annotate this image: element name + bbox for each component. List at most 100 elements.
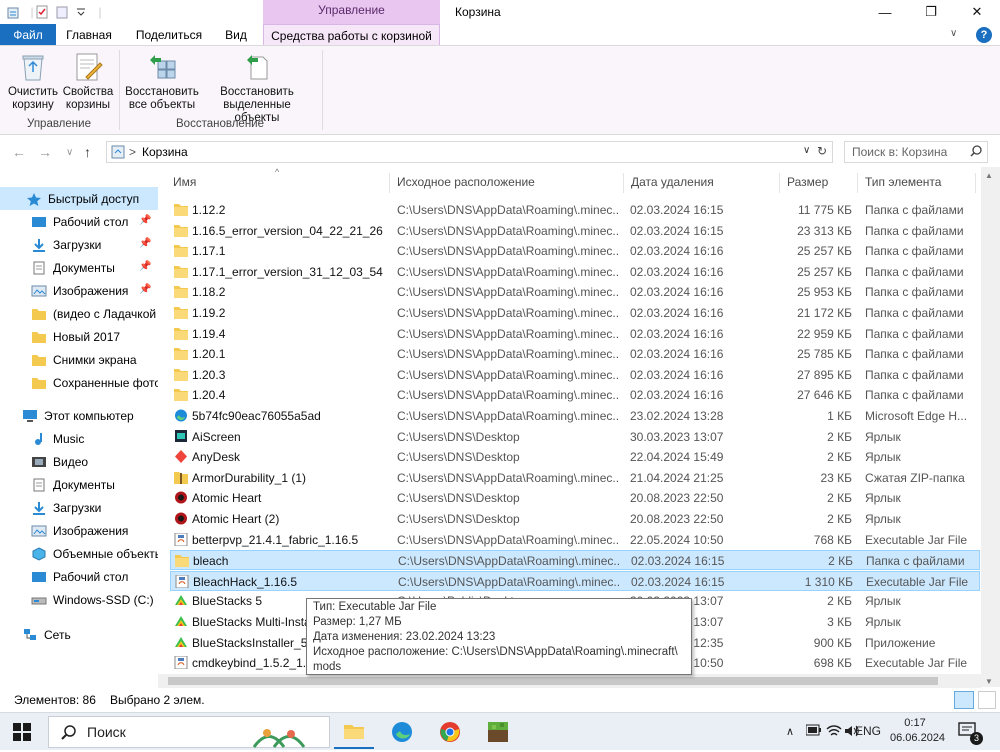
sidebar-item-videos[interactable]: Видео bbox=[0, 450, 158, 473]
sidebar-item-drive[interactable]: Windows-SSD (C:) bbox=[0, 588, 158, 611]
file-row[interactable]: Atomic Heart (2) C:\Users\DNS\Desktop 20.0… bbox=[170, 509, 980, 529]
windows-start-icon[interactable] bbox=[2, 715, 42, 749]
tiles-view-icon[interactable] bbox=[978, 691, 996, 709]
file-explorer-icon[interactable] bbox=[334, 715, 374, 749]
bin-properties-button[interactable]: Свойства корзины bbox=[62, 51, 114, 112]
tab-view[interactable]: Вид bbox=[218, 24, 254, 46]
sidebar-item-documents[interactable]: Документы 📌 bbox=[0, 256, 158, 279]
sidebar-item-music[interactable]: Music bbox=[0, 427, 158, 450]
help-icon[interactable]: ? bbox=[976, 27, 992, 43]
scroll-down-icon[interactable]: ▼ bbox=[985, 677, 993, 686]
horizontal-scrollbar[interactable] bbox=[158, 674, 981, 688]
file-row[interactable]: ArmorDurability_1 (1) C:\Users\DNS\AppDat… bbox=[170, 468, 980, 488]
file-row[interactable]: betterpvp_21.4.1_fabric_1.16.5 C:\Users\D… bbox=[170, 530, 980, 550]
column-size[interactable]: Размер bbox=[780, 173, 858, 193]
scroll-up-icon[interactable]: ▲ bbox=[985, 171, 993, 180]
file-row[interactable]: 1.18.2 C:\Users\DNS\AppData\Roaming\.mine… bbox=[170, 282, 980, 302]
sidebar-network[interactable]: Сеть bbox=[0, 623, 158, 646]
clock[interactable]: 0:17 06.06.2024 bbox=[890, 716, 945, 746]
file-row[interactable]: 1.12.2 C:\Users\DNS\AppData\Roaming\.mine… bbox=[170, 200, 980, 220]
sidebar-item-downloads[interactable]: Загрузки bbox=[0, 496, 158, 519]
details-view-icon[interactable] bbox=[954, 691, 974, 709]
tab-share[interactable]: Поделиться bbox=[130, 24, 208, 46]
sidebar-item-pictures[interactable]: Изображения bbox=[0, 519, 158, 542]
column-location[interactable]: Исходное расположение bbox=[390, 173, 624, 193]
tab-home[interactable]: Главная bbox=[60, 24, 118, 46]
taskbar-search-box[interactable]: Поиск bbox=[48, 716, 330, 748]
close-button[interactable]: ✕ bbox=[954, 0, 1000, 24]
restore-all-button[interactable]: Восстановить все объекты bbox=[124, 51, 200, 112]
file-row[interactable]: 1.19.4 C:\Users\DNS\AppData\Roaming\.mine… bbox=[170, 324, 980, 344]
sidebar-item-documents[interactable]: Документы bbox=[0, 473, 158, 496]
file-row[interactable]: AnyDesk C:\Users\DNS\Desktop 22.04.2024 15… bbox=[170, 447, 980, 467]
tray-overflow-icon[interactable]: ∧ bbox=[786, 725, 794, 738]
path-segment[interactable]: Корзина bbox=[142, 145, 188, 159]
pin-icon[interactable]: 📌 bbox=[139, 215, 151, 226]
column-name[interactable]: Имя bbox=[166, 173, 390, 193]
sidebar-item-downloads[interactable]: Загрузки 📌 bbox=[0, 233, 158, 256]
search-placeholder: Поиск в: Корзина bbox=[852, 145, 948, 159]
address-dropdown-icon[interactable]: ∨ bbox=[803, 145, 810, 156]
wifi-icon[interactable] bbox=[826, 724, 842, 741]
maximize-button[interactable]: ❐ bbox=[908, 0, 954, 24]
sidebar-item-folder[interactable]: Новый 2017 bbox=[0, 325, 158, 348]
recent-dropdown-icon[interactable]: ∨ bbox=[66, 147, 73, 158]
file-row[interactable]: 1.17.1_error_version_31_12_03_54 C:\Users… bbox=[170, 262, 980, 282]
vertical-scrollbar[interactable]: ▲ ▼ bbox=[981, 167, 1000, 687]
up-icon[interactable]: ↑ bbox=[84, 144, 91, 160]
sidebar-item-folder[interactable]: Сохраненные фото bbox=[0, 371, 158, 394]
minimize-button[interactable]: — bbox=[862, 0, 908, 24]
file-size: 23 313 КБ bbox=[797, 223, 852, 238]
search-input[interactable]: Поиск в: Корзина bbox=[844, 141, 988, 163]
file-row[interactable]: 1.20.1 C:\Users\DNS\AppData\Roaming\.mine… bbox=[170, 344, 980, 364]
file-name: 1.20.1 bbox=[192, 347, 226, 362]
sidebar-quick-access[interactable]: Быстрый доступ bbox=[0, 187, 158, 210]
address-bar[interactable]: > Корзина ∨ ↻ bbox=[106, 141, 833, 163]
sidebar-item-pictures[interactable]: Изображения 📌 bbox=[0, 279, 158, 302]
file-row[interactable]: 1.20.4 C:\Users\DNS\AppData\Roaming\.mine… bbox=[170, 385, 980, 405]
file-location: C:\Users\DNS\AppData\Roaming\.minec... bbox=[397, 532, 619, 547]
empty-bin-button[interactable]: Очистить корзину bbox=[6, 51, 60, 112]
recycle-bin-small-icon[interactable] bbox=[5, 4, 21, 20]
file-row[interactable]: 1.20.3 C:\Users\DNS\AppData\Roaming\.mine… bbox=[170, 365, 980, 385]
input-language[interactable]: ENG bbox=[855, 724, 881, 738]
restore-selected-button[interactable]: Восстановить выделенные объекты bbox=[200, 51, 314, 125]
file-row[interactable]: 5b74fc90eac76055a5ad C:\Users\DNS\AppData… bbox=[170, 406, 980, 426]
file-row[interactable]: bleach C:\Users\DNS\AppData\Roaming\.mine… bbox=[170, 550, 980, 571]
scroll-thumb[interactable] bbox=[168, 677, 938, 685]
file-row[interactable]: 1.16.5_error_version_04_22_21_26 C:\Users… bbox=[170, 221, 980, 241]
pin-icon[interactable]: 📌 bbox=[139, 261, 151, 272]
sidebar-item-folder[interactable]: Снимки экрана bbox=[0, 348, 158, 371]
file-type: Ярлык bbox=[865, 615, 901, 629]
refresh-icon[interactable]: ↻ bbox=[817, 144, 827, 158]
file-name: 1.12.2 bbox=[192, 203, 226, 217]
file-row[interactable]: AiScreen C:\Users\DNS\Desktop 30.03.2023 1… bbox=[170, 427, 980, 447]
new-folder-quick-icon[interactable] bbox=[54, 4, 70, 20]
ribbon-collapse-icon[interactable]: ∨ bbox=[950, 28, 957, 39]
properties-quick-icon[interactable] bbox=[34, 4, 50, 20]
tab-recycle-bin-tools[interactable]: Средства работы с корзиной bbox=[263, 24, 440, 46]
quick-access-dropdown-icon[interactable] bbox=[73, 4, 89, 20]
pin-icon[interactable]: 📌 bbox=[139, 238, 151, 249]
search-icon[interactable] bbox=[969, 144, 983, 161]
tab-file[interactable]: Файл bbox=[0, 24, 56, 46]
sidebar-item-folder[interactable]: (видео с Ладачкой bbox=[0, 302, 158, 325]
back-icon[interactable]: ← bbox=[12, 144, 26, 160]
column-date[interactable]: Дата удаления bbox=[624, 173, 780, 193]
file-row[interactable]: 1.19.2 C:\Users\DNS\AppData\Roaming\.mine… bbox=[170, 303, 980, 323]
sidebar-item-3d-objects[interactable]: Объемные объекты bbox=[0, 542, 158, 565]
battery-icon[interactable] bbox=[805, 724, 822, 739]
minecraft-icon[interactable] bbox=[478, 715, 518, 749]
sidebar-item-desktop[interactable]: Рабочий стол bbox=[0, 565, 158, 588]
chrome-icon[interactable] bbox=[430, 715, 470, 749]
column-type[interactable]: Тип элемента bbox=[858, 173, 976, 193]
file-row[interactable]: 1.17.1 C:\Users\DNS\AppData\Roaming\.mine… bbox=[170, 241, 980, 261]
sidebar-this-pc[interactable]: Этот компьютер bbox=[0, 404, 158, 427]
edge-icon[interactable] bbox=[382, 715, 422, 749]
file-row[interactable]: Atomic Heart C:\Users\DNS\Desktop 20.08.20… bbox=[170, 488, 980, 508]
file-row[interactable]: BleachHack_1.16.5 C:\Users\DNS\AppData\Ro… bbox=[170, 570, 980, 591]
file-location: C:\Users\DNS\AppData\Roaming\.minec... bbox=[397, 470, 619, 485]
pin-icon[interactable]: 📌 bbox=[139, 284, 151, 295]
forward-icon[interactable]: → bbox=[38, 144, 52, 160]
sidebar-item-desktop[interactable]: Рабочий стол 📌 bbox=[0, 210, 158, 233]
